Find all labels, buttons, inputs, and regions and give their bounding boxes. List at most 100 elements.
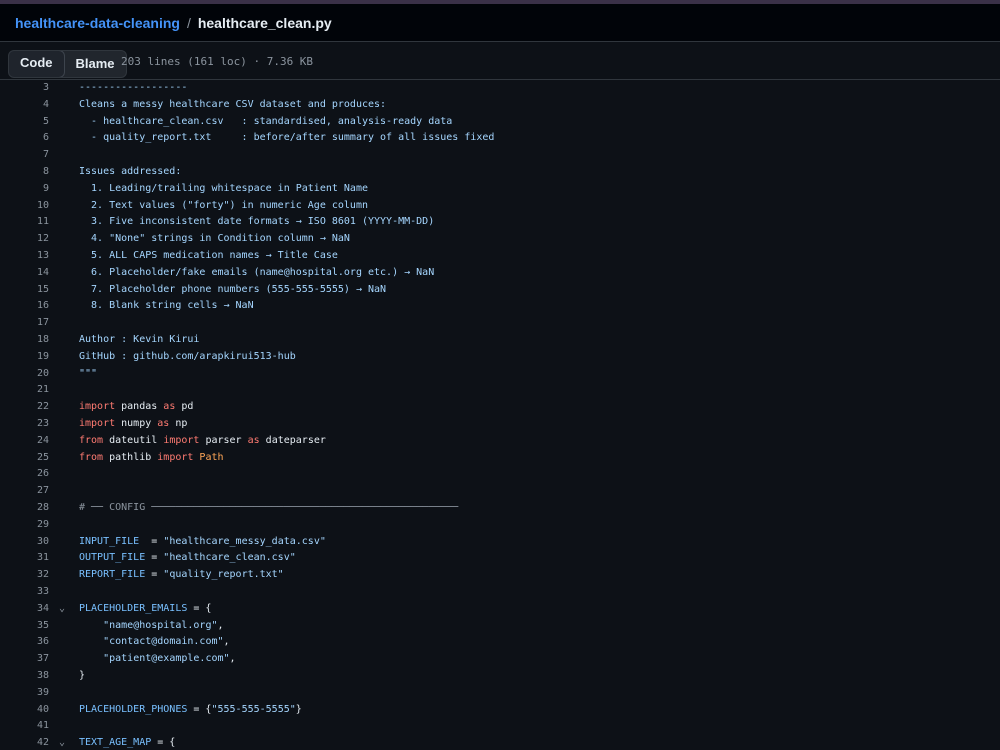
fold-chevron-icon[interactable]: ⌄ [56, 601, 68, 618]
line-number[interactable]: 21 [0, 382, 49, 399]
line-number[interactable]: 12 [0, 231, 49, 248]
line-number[interactable]: 10 [0, 198, 49, 215]
line-number[interactable]: 26 [0, 466, 49, 483]
code-line: 31 OUTPUT_FILE = "healthcare_clean.csv" [0, 550, 1000, 567]
line-number[interactable]: 16 [0, 298, 49, 315]
line-number[interactable]: 27 [0, 483, 49, 500]
line-number[interactable]: 29 [0, 517, 49, 534]
code-token: "name@hospital.org" [103, 619, 218, 631]
code-text: OUTPUT_FILE = "healthcare_clean.csv" [79, 550, 296, 567]
code-line: 40 PLACEHOLDER_PHONES = {"555-555-5555"} [0, 702, 1000, 719]
code-token: } [79, 670, 86, 681]
line-number[interactable]: 38 [0, 668, 49, 685]
line-number[interactable]: 37 [0, 651, 49, 668]
code-view-button[interactable]: Code [8, 51, 65, 77]
breadcrumb-repo-link[interactable]: healthcare-data-cleaning [15, 15, 180, 31]
line-number[interactable]: 40 [0, 702, 49, 719]
code-text: GitHub : github.com/arapkirui513-hub [79, 349, 296, 366]
line-number[interactable]: 20 [0, 366, 49, 383]
code-text: } [79, 668, 85, 685]
code-line: 12 4. "None" strings in Condition column… [0, 231, 1000, 248]
code-token: GitHub : github.com/arapkirui513-hub [79, 350, 296, 362]
line-number[interactable]: 5 [0, 114, 49, 131]
line-number[interactable]: 11 [0, 214, 49, 231]
code-token: ------------------ [79, 82, 188, 93]
line-number[interactable]: 9 [0, 181, 49, 198]
code-line: 5 - healthcare_clean.csv : standardised,… [0, 114, 1000, 131]
code-line: 32 REPORT_FILE = "quality_report.txt" [0, 567, 1000, 584]
code-text: - quality_report.txt : before/after summ… [79, 130, 494, 147]
line-number[interactable]: 32 [0, 567, 49, 584]
line-number[interactable]: 14 [0, 265, 49, 282]
code-token: = { [187, 703, 212, 715]
blame-view-button[interactable]: Blame [65, 51, 126, 77]
code-token: np [169, 418, 188, 429]
line-number[interactable]: 39 [0, 685, 49, 702]
code-line: 27 [0, 483, 1000, 500]
code-line: 8 Issues addressed: [0, 164, 1000, 181]
code-token: "contact@domain.com" [103, 636, 224, 648]
code-line: 34 ⌄ PLACEHOLDER_EMAILS = { [0, 601, 1000, 618]
code-token: import [157, 451, 194, 463]
code-token: INPUT_FILE [79, 535, 140, 547]
code-text: PLACEHOLDER_EMAILS = { [79, 601, 211, 618]
code-token: 3. Five inconsistent date formats → ISO … [79, 216, 435, 228]
code-line: 41 [0, 718, 1000, 735]
line-number[interactable]: 33 [0, 584, 49, 601]
line-number[interactable]: 30 [0, 534, 49, 551]
code-token: import [163, 434, 200, 446]
line-number[interactable]: 7 [0, 147, 49, 164]
code-text: # ── CONFIG ────────────────────────────… [79, 500, 458, 517]
code-text: 3. Five inconsistent date formats → ISO … [79, 214, 434, 231]
line-number[interactable]: 42 [0, 735, 49, 750]
line-number[interactable]: 4 [0, 97, 49, 114]
code-token: "healthcare_clean.csv" [163, 552, 296, 564]
breadcrumb: healthcare-data-cleaning / healthcare_clea… [15, 13, 332, 33]
code-text: import numpy as np [79, 416, 187, 433]
code-line: 4 Cleans a messy healthcare CSV dataset a… [0, 97, 1000, 114]
line-number[interactable]: 25 [0, 450, 49, 467]
code-token: = { [151, 737, 176, 749]
code-token: , [229, 653, 236, 665]
line-number[interactable]: 13 [0, 248, 49, 265]
code-token: import [79, 401, 116, 413]
code-line: 16 8. Blank string cells → NaN [0, 298, 1000, 315]
line-number[interactable]: 17 [0, 315, 49, 332]
code-line: 23 import numpy as np [0, 416, 1000, 433]
line-number[interactable]: 19 [0, 349, 49, 366]
line-number[interactable]: 28 [0, 500, 49, 517]
fold-chevron-icon[interactable]: ⌄ [56, 735, 68, 750]
code-viewer[interactable]: 3 ------------------ 4 Cleans a messy healt… [0, 80, 1000, 750]
line-number[interactable]: 18 [0, 332, 49, 349]
line-number[interactable]: 35 [0, 618, 49, 635]
code-token: - quality_report.txt : before/after summ… [79, 132, 495, 144]
code-line: 18 Author : Kevin Kirui [0, 332, 1000, 349]
code-line: 3 ------------------ [0, 80, 1000, 97]
code-line: 42 ⌄ TEXT_AGE_MAP = { [0, 735, 1000, 750]
code-line: 20 """ [0, 366, 1000, 383]
code-token: PLACEHOLDER_EMAILS [79, 602, 188, 614]
code-line: 13 5. ALL CAPS medication names → Title … [0, 248, 1000, 265]
line-number[interactable]: 22 [0, 399, 49, 416]
line-number[interactable]: 31 [0, 550, 49, 567]
code-line: 21 [0, 382, 1000, 399]
line-number[interactable]: 3 [0, 80, 49, 97]
code-line: 19 GitHub : github.com/arapkirui513-hub [0, 349, 1000, 366]
line-number[interactable]: 6 [0, 130, 49, 147]
code-token: = [145, 552, 164, 564]
line-number[interactable]: 15 [0, 282, 49, 299]
code-token: "555-555-5555" [211, 703, 296, 715]
line-number[interactable]: 36 [0, 634, 49, 651]
code-text: "name@hospital.org", [79, 618, 223, 635]
line-number[interactable]: 24 [0, 433, 49, 450]
line-number[interactable]: 41 [0, 718, 49, 735]
line-number[interactable]: 8 [0, 164, 49, 181]
code-token: # ── CONFIG ────────────────────────────… [79, 502, 459, 513]
line-number[interactable]: 34 [0, 601, 49, 618]
code-token: pd [175, 401, 194, 413]
line-number[interactable]: 23 [0, 416, 49, 433]
file-toolbar: Code Blame 203 lines (161 loc) · 7.36 KB [0, 42, 1000, 80]
code-text: INPUT_FILE = "healthcare_messy_data.csv" [79, 534, 326, 551]
code-token: from [79, 451, 104, 463]
